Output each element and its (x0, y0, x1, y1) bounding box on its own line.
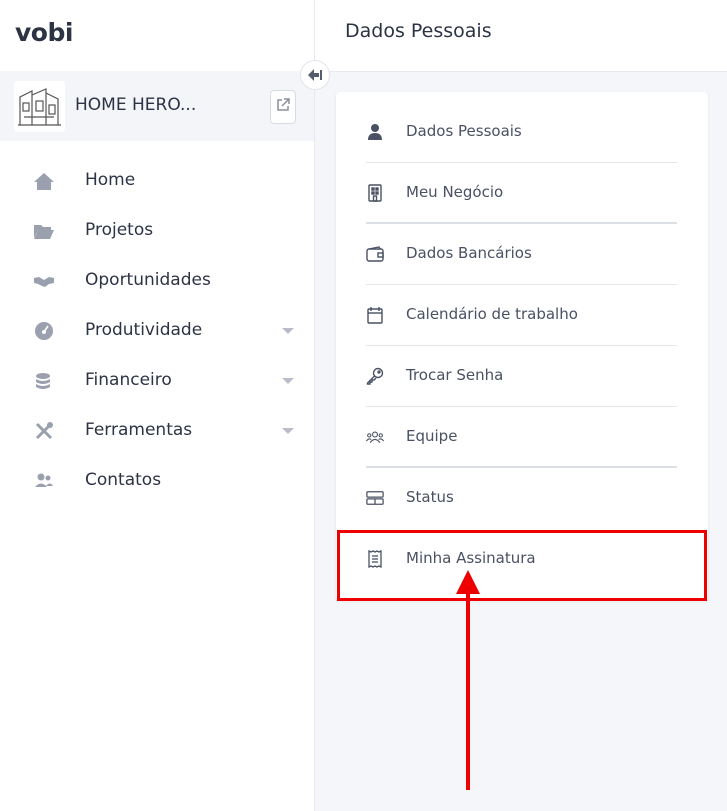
menu-item-trocar-senha[interactable]: Trocar Senha (366, 346, 677, 407)
sidebar-item-home[interactable]: Home (0, 156, 314, 206)
menu-item-dados-bancarios[interactable]: Dados Bancários (366, 224, 677, 285)
sidebar-item-label: Ferramentas (85, 420, 193, 440)
vobi-logo[interactable]: vobi (15, 18, 73, 47)
team-icon (366, 427, 384, 447)
company-logo (14, 81, 65, 132)
contacts-icon (33, 470, 55, 492)
sidebar-item-label: Financeiro (85, 370, 172, 390)
menu-item-label: Status (406, 488, 454, 506)
menu-item-calendario[interactable]: Calendário de trabalho (366, 285, 677, 346)
company-name: HOME HERO... (75, 95, 197, 115)
sidebar-item-projetos[interactable]: Projetos (0, 206, 314, 256)
sidebar-item-oportunidades[interactable]: Oportunidades (0, 256, 314, 306)
coins-icon (33, 370, 55, 392)
company-selector[interactable]: HOME HERO... (0, 71, 314, 141)
handshake-icon (33, 270, 55, 292)
sidebar-nav: Home Projetos Oportunidades Produtividad… (0, 156, 314, 506)
sidebar-item-contatos[interactable]: Contatos (0, 456, 314, 506)
chevron-down-icon[interactable] (282, 328, 294, 334)
menu-item-label: Calendário de trabalho (406, 305, 578, 323)
open-external-button[interactable] (270, 90, 296, 124)
collapse-sidebar-button[interactable] (300, 60, 330, 90)
gauge-icon (33, 320, 55, 342)
annotation-arrow-line (466, 585, 470, 790)
folder-icon (33, 220, 55, 242)
menu-item-label: Equipe (406, 427, 458, 445)
header-bar: Dados Pessoais (315, 0, 727, 72)
menu-item-label: Trocar Senha (406, 366, 504, 384)
menu-item-meu-negocio[interactable]: Meu Negócio (366, 163, 677, 224)
menu-item-status[interactable]: Status (366, 468, 677, 529)
sidebar: vobi HOME HERO... Home Projetos Oportuni… (0, 0, 315, 811)
status-icon (366, 488, 384, 508)
sidebar-item-label: Contatos (85, 470, 162, 490)
chevron-down-icon[interactable] (282, 428, 294, 434)
home-icon (33, 170, 55, 192)
menu-item-dados-pessoais[interactable]: Dados Pessoais (366, 102, 677, 163)
sidebar-item-produtividade[interactable]: Produtividade (0, 306, 314, 356)
sidebar-item-financeiro[interactable]: Financeiro (0, 356, 314, 406)
sidebar-item-ferramentas[interactable]: Ferramentas (0, 406, 314, 456)
menu-item-equipe[interactable]: Equipe (366, 407, 677, 468)
chevron-down-icon[interactable] (282, 378, 294, 384)
external-link-icon (275, 97, 291, 117)
menu-item-label: Dados Bancários (406, 244, 532, 262)
settings-menu-card: Dados Pessoais Meu Negócio Dados Bancári… (336, 92, 708, 600)
building-icon (366, 183, 384, 203)
sidebar-item-label: Oportunidades (85, 270, 211, 290)
page-title: Dados Pessoais (345, 20, 492, 42)
sidebar-item-label: Produtividade (85, 320, 203, 340)
user-icon (366, 122, 384, 142)
key-icon (366, 366, 384, 386)
menu-item-label: Dados Pessoais (406, 122, 522, 140)
tools-icon (33, 420, 55, 442)
sidebar-item-label: Home (85, 170, 136, 190)
arrow-left-icon (308, 66, 322, 85)
sidebar-item-label: Projetos (85, 220, 154, 240)
wallet-icon (366, 244, 384, 264)
highlight-box (337, 530, 707, 601)
menu-item-label: Meu Negócio (406, 183, 504, 201)
calendar-icon (366, 305, 384, 325)
